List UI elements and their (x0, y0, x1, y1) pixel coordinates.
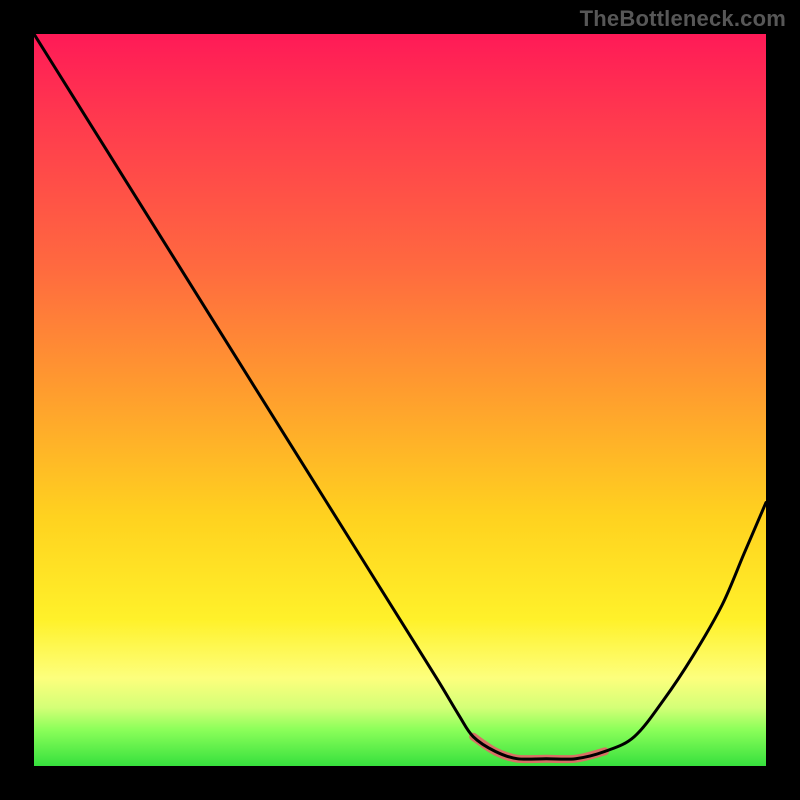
curve-layer (34, 34, 766, 766)
watermark-text: TheBottleneck.com (580, 6, 786, 32)
chart-stage: TheBottleneck.com (0, 0, 800, 800)
bottleneck-curve-line (34, 34, 766, 759)
plot-area (34, 34, 766, 766)
